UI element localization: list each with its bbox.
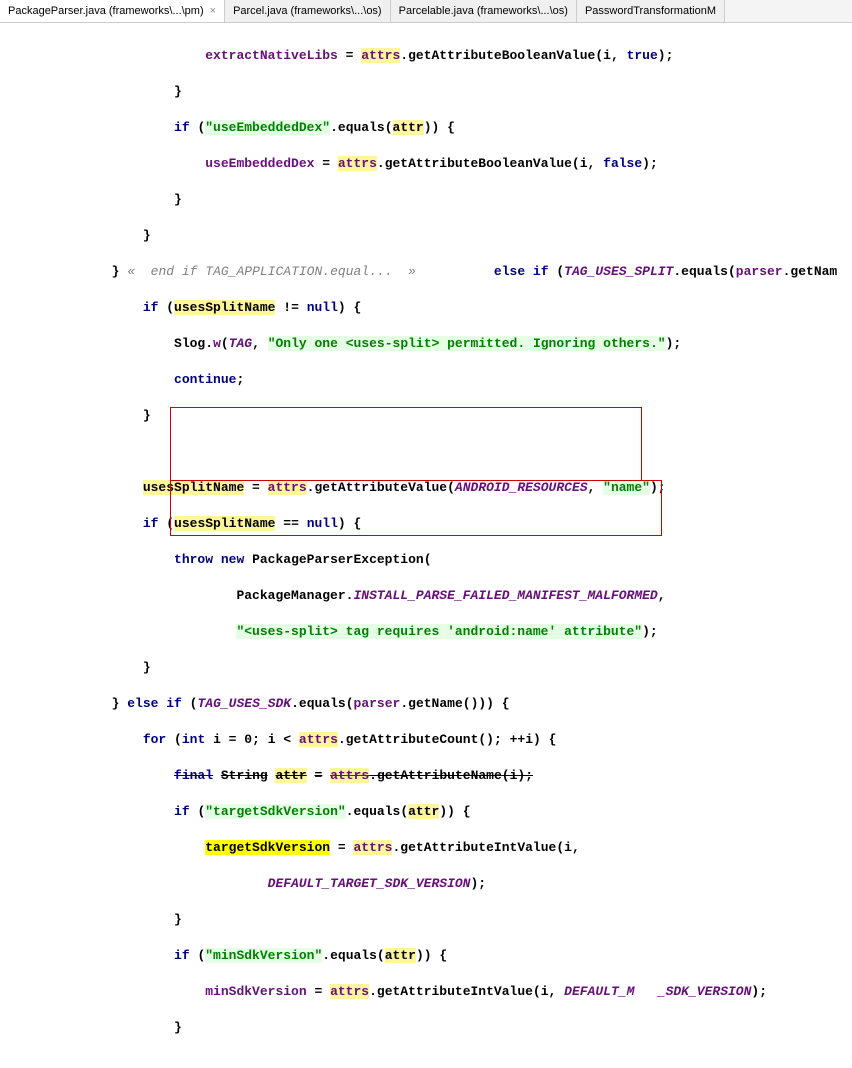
code-line: } [18, 191, 852, 209]
code-line: } [18, 911, 852, 929]
code-line: for (int i = 0; i < attrs.getAttributeCo… [18, 731, 852, 749]
code-line: continue; [18, 371, 852, 389]
code-line: minSdkVersion = attrs.getAttributeIntVal… [18, 983, 852, 1001]
tab-label: Parcel.java (frameworks\...\os) [233, 5, 382, 17]
code-line: targetSdkVersion = attrs.getAttributeInt… [18, 839, 852, 857]
tab-password-transform[interactable]: PasswordTransformationM [577, 0, 725, 22]
code-editor[interactable]: extractNativeLibs = attrs.getAttributeBo… [0, 23, 852, 1068]
tab-label: PasswordTransformationM [585, 5, 716, 17]
code-line: } [18, 659, 852, 677]
code-line: usesSplitName = attrs.getAttributeValue(… [18, 479, 852, 497]
tab-parcel[interactable]: Parcel.java (frameworks\...\os) [225, 0, 391, 22]
close-icon[interactable]: × [210, 5, 216, 17]
code-line: if (usesSplitName == null) { [18, 515, 852, 533]
code-line: Slog.w(TAG, "Only one <uses-split> permi… [18, 335, 852, 353]
tab-package-parser[interactable]: PackageParser.java (frameworks\...\pm) × [0, 0, 225, 22]
code-line: if ("targetSdkVersion".equals(attr)) { [18, 803, 852, 821]
code-line: final String attr = attrs.getAttributeNa… [18, 767, 852, 785]
code-line: extractNativeLibs = attrs.getAttributeBo… [18, 47, 852, 65]
code-line: if ("useEmbeddedDex".equals(attr)) { [18, 119, 852, 137]
tab-parcelable[interactable]: Parcelable.java (frameworks\...\os) [391, 0, 577, 22]
code-line: } [18, 407, 852, 425]
code-line: } « end if TAG_APPLICATION.equal... » el… [18, 263, 852, 281]
code-line: if ("minSdkVersion".equals(attr)) { [18, 947, 852, 965]
tab-label: Parcelable.java (frameworks\...\os) [399, 5, 568, 17]
code-line: if (usesSplitName != null) { [18, 299, 852, 317]
code-line: throw new PackageParserException( [18, 551, 852, 569]
code-line: DEFAULT_TARGET_SDK_VERSION); [18, 875, 852, 893]
code-line [18, 443, 852, 461]
code-line: "<uses-split> tag requires 'android:name… [18, 623, 852, 641]
code-line: useEmbeddedDex = attrs.getAttributeBoole… [18, 155, 852, 173]
code-line: } [18, 83, 852, 101]
code-line: } [18, 227, 852, 245]
tab-bar: PackageParser.java (frameworks\...\pm) ×… [0, 0, 852, 23]
code-line: } else if (TAG_USES_SDK.equals(parser.ge… [18, 695, 852, 713]
code-line: PackageManager.INSTALL_PARSE_FAILED_MANI… [18, 587, 852, 605]
code-line: } [18, 1019, 852, 1037]
tab-label: PackageParser.java (frameworks\...\pm) [8, 5, 204, 17]
